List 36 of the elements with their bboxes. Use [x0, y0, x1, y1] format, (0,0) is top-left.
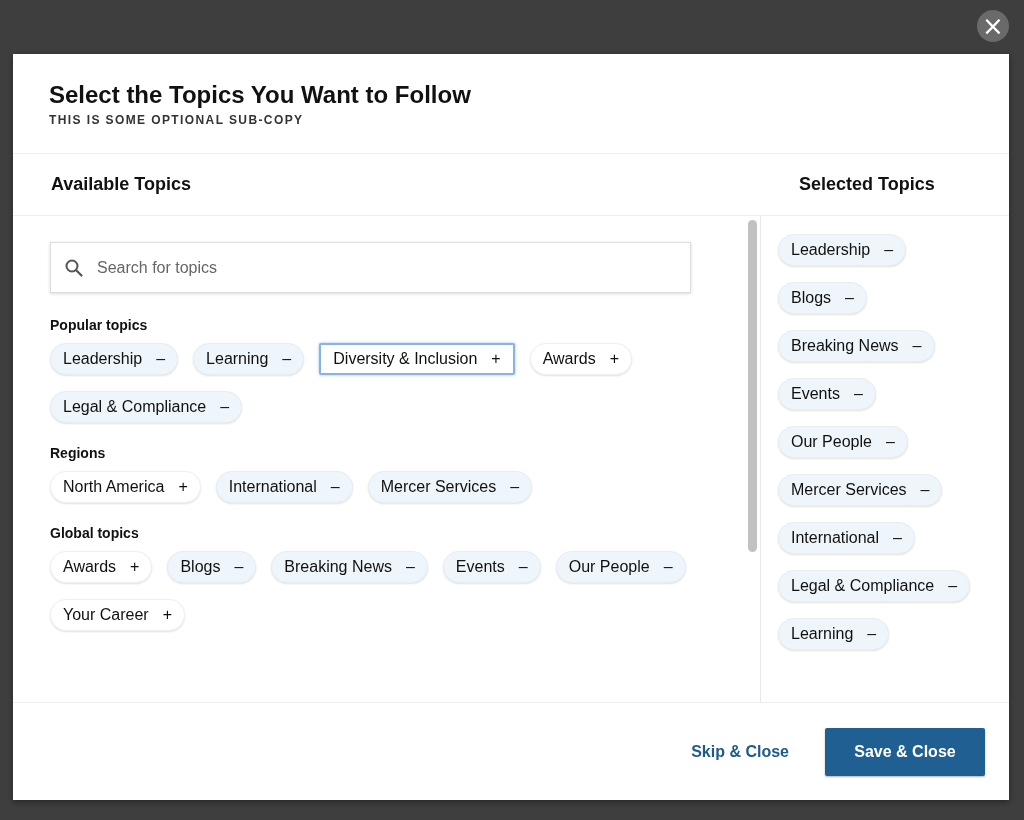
search-field[interactable]: Search for topics — [50, 242, 691, 293]
topic-chip[interactable]: Events – — [442, 551, 541, 583]
topic-chip[interactable]: Your Career + — [50, 599, 186, 631]
topic-chip[interactable]: Leadership – — [50, 343, 179, 375]
save-button[interactable]: Save & Close — [825, 727, 985, 776]
topic-chip[interactable]: Blogs – — [167, 551, 257, 583]
search-icon — [65, 258, 83, 277]
topic-chip[interactable]: Legal & Compliance – — [50, 391, 243, 423]
topic-chip[interactable]: Our People – — [778, 426, 908, 458]
topic-chip[interactable]: Breaking News – — [778, 330, 935, 362]
topic-chip[interactable]: International – — [215, 471, 353, 503]
section-label: Popular topics — [50, 317, 149, 333]
scrollbar[interactable] — [748, 216, 761, 702]
topic-chip[interactable]: Awards + — [50, 551, 153, 583]
topic-chip[interactable]: Mercer Services – — [778, 474, 943, 506]
topic-chip[interactable]: Blogs – — [778, 282, 867, 314]
column-heading: Available Topics — [51, 174, 192, 195]
column-heading: Selected Topics — [799, 174, 935, 195]
topic-chip[interactable]: Legal & Compliance – — [778, 570, 971, 602]
skip-link[interactable]: Skip & Close — [691, 734, 789, 769]
topic-chip[interactable]: Awards + — [529, 343, 633, 375]
topic-chip[interactable]: Breaking News – — [271, 551, 428, 583]
section-label: Global topics — [50, 525, 140, 541]
topic-chip[interactable]: Mercer Services – — [367, 471, 533, 503]
topic-chip[interactable]: Events – — [778, 378, 876, 410]
close-button[interactable]: × — [977, 10, 1009, 42]
topic-chip[interactable]: International – — [778, 522, 915, 554]
topic-chip[interactable]: Learning – — [193, 343, 305, 375]
section-label: Regions — [50, 445, 107, 461]
topic-chip[interactable]: Leadership – — [778, 234, 907, 266]
dialog-subtitle: THIS IS SOME OPTIONAL SUB-COPY — [49, 113, 305, 127]
topic-chip[interactable]: Our People – — [555, 551, 686, 583]
topic-chip[interactable]: Diversity & Inclusion + — [319, 343, 515, 375]
topic-chip[interactable]: North America + — [50, 471, 201, 503]
dialog-title: Select the Topics You Want to Follow — [49, 80, 472, 110]
topic-chip[interactable]: Learning – — [778, 618, 890, 650]
